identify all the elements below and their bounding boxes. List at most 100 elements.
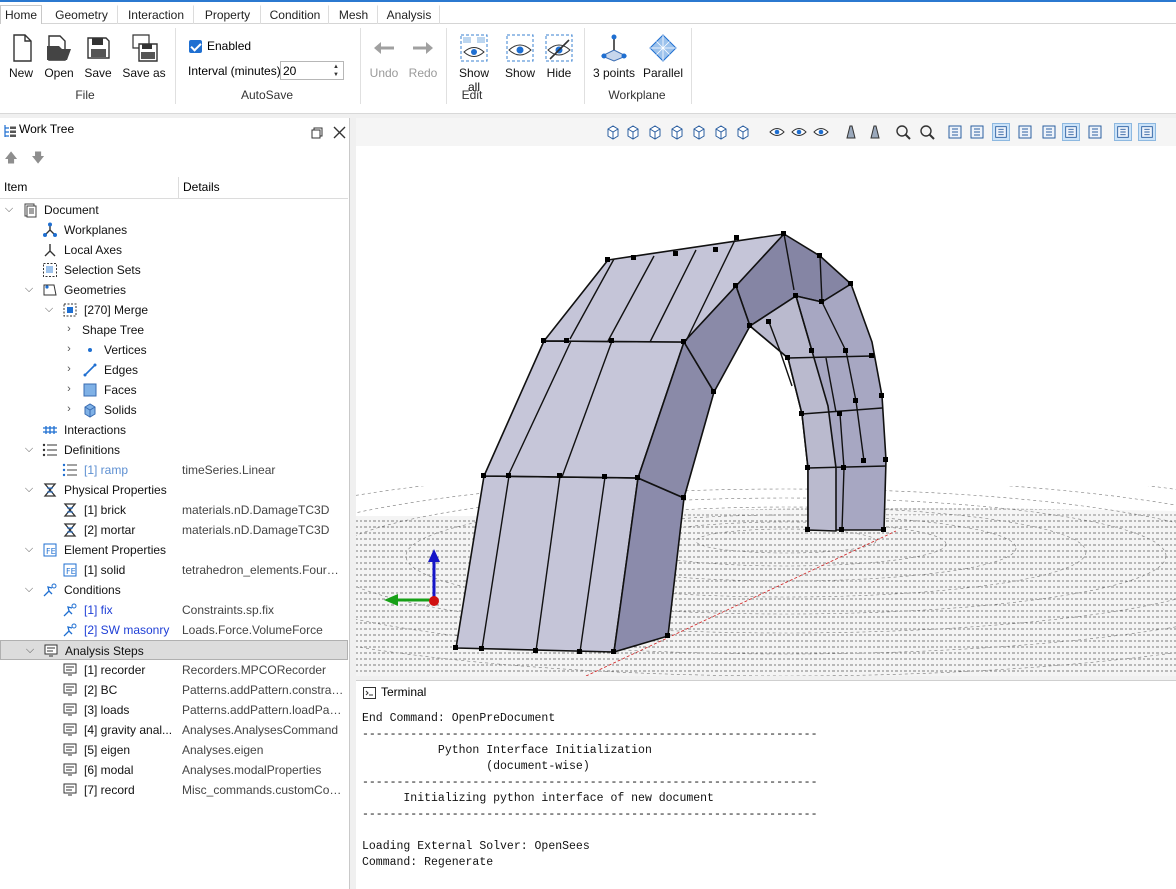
tree-row[interactable]: ⌵ Physical Properties (0, 480, 348, 500)
move-down-icon[interactable]: 🡇 (29, 149, 47, 167)
tree-row[interactable]: › Edges (0, 360, 348, 380)
open-button[interactable]: Open (42, 32, 76, 80)
chevron-right-icon[interactable]: › (64, 363, 74, 375)
bottom-view-icon[interactable] (734, 123, 752, 141)
top-view-icon[interactable] (712, 123, 730, 141)
tree-row-label: [1] recorder (84, 663, 146, 677)
show-view-icon[interactable] (790, 123, 808, 141)
view-options-icon[interactable] (1114, 123, 1132, 141)
tree-row[interactable]: Interactions (0, 420, 348, 440)
back-view-icon[interactable] (646, 123, 664, 141)
tree-row[interactable]: › Faces (0, 380, 348, 400)
3d-scene[interactable] (356, 146, 1176, 676)
tree-row[interactable]: ⌵ Geometries (0, 280, 348, 300)
axes-toggle-icon[interactable] (1040, 123, 1058, 141)
tree-row[interactable]: ⌵ Definitions (0, 440, 348, 460)
tree-row[interactable]: ⌵ Conditions (0, 580, 348, 600)
new-button[interactable]: New (6, 32, 36, 80)
chevron-down-icon[interactable]: ⌵ (25, 644, 35, 656)
chevron-down-icon[interactable]: ⌵ (24, 543, 34, 555)
parallel-button[interactable]: Parallel (642, 32, 684, 80)
tree-row[interactable]: [1] ramp timeSeries.Linear (0, 460, 348, 480)
tree-row[interactable]: [6] modal Analyses.modalProperties (0, 760, 348, 780)
tree-row[interactable]: › Vertices (0, 340, 348, 360)
move-up-icon[interactable]: 🡅 (2, 149, 20, 167)
close-panel-icon[interactable] (333, 126, 346, 139)
autosave-interval-input[interactable] (283, 63, 327, 78)
mesh-display-icon[interactable] (992, 123, 1010, 141)
tree-row[interactable]: [1] brick materials.nD.DamageTC3D (0, 500, 348, 520)
chevron-down-icon[interactable]: ⌵ (44, 303, 54, 315)
hide-button[interactable]: Hide (542, 32, 576, 80)
show-all-view-icon[interactable] (768, 123, 786, 141)
tab-property[interactable]: Property (194, 5, 261, 26)
undo-button[interactable]: Undo (367, 32, 401, 80)
screenshot-icon[interactable] (946, 123, 964, 141)
color-picker-icon[interactable] (968, 123, 986, 141)
3d-viewport[interactable] (356, 118, 1176, 676)
tree-row[interactable]: Local Axes (0, 240, 348, 260)
clip-plane-icon[interactable] (842, 123, 860, 141)
chevron-right-icon[interactable]: › (64, 323, 74, 335)
tree-row[interactable]: [7] record Misc_commands.customCommand (0, 780, 348, 800)
zoom-icon[interactable] (918, 123, 936, 141)
restore-panel-icon[interactable] (311, 127, 323, 139)
tab-geometry[interactable]: Geometry (45, 5, 118, 26)
chevron-right-icon[interactable]: › (64, 383, 74, 395)
tab-condition[interactable]: Condition (261, 5, 329, 26)
chevron-right-icon[interactable]: › (64, 403, 74, 415)
tree-row[interactable]: Workplanes (0, 220, 348, 240)
tree-row[interactable]: [2] mortar materials.nD.DamageTC3D (0, 520, 348, 540)
save-button[interactable]: Save (82, 32, 114, 80)
tree-row[interactable]: › Shape Tree (0, 320, 348, 340)
tab-analysis[interactable]: Analysis (378, 5, 440, 26)
chevron-right-icon[interactable]: › (64, 343, 74, 355)
tree-row[interactable]: ⌵ Analysis Steps (0, 640, 348, 660)
three-points-button[interactable]: 3 points (592, 32, 636, 80)
iso-view-icon[interactable] (604, 123, 622, 141)
tab-home[interactable]: Home (0, 5, 42, 26)
chevron-down-icon[interactable]: ⌵ (24, 443, 34, 455)
tree-row[interactable]: [5] eigen Analyses.eigen (0, 740, 348, 760)
chevron-down-icon[interactable]: ⌵ (24, 483, 34, 495)
section-icon[interactable] (866, 123, 884, 141)
camera-icon[interactable] (1138, 123, 1156, 141)
tree-row[interactable]: FE [1] solid tetrahedron_elements.FourNode… (0, 560, 348, 580)
spin-up-icon[interactable]: ▲ (330, 63, 342, 71)
chevron-down-icon[interactable]: ⌵ (24, 583, 34, 595)
tree-row[interactable]: [1] fix Constraints.sp.fix (0, 600, 348, 620)
right-view-icon[interactable] (690, 123, 708, 141)
tree-row[interactable]: [4] gravity anal... Analyses.AnalysesComm… (0, 720, 348, 740)
left-view-icon[interactable] (668, 123, 686, 141)
column-item-header[interactable]: Item (4, 180, 27, 194)
hide-view-icon[interactable] (812, 123, 830, 141)
autosave-enabled-checkbox[interactable] (189, 40, 202, 53)
tree-row[interactable]: [3] loads Patterns.addPattern.loadPattern (0, 700, 348, 720)
tree-row[interactable]: › Solids (0, 400, 348, 420)
tree-row[interactable]: ⌵ [270] Merge (0, 300, 348, 320)
column-details-header[interactable]: Details (183, 180, 220, 194)
condition-icon (63, 603, 77, 617)
spin-down-icon[interactable]: ▼ (330, 71, 342, 79)
tree-row[interactable]: Selection Sets (0, 260, 348, 280)
redo-button[interactable]: Redo (406, 32, 440, 80)
tab-mesh[interactable]: Mesh (329, 5, 378, 26)
tree-row[interactable]: ⌵ FE Element Properties (0, 540, 348, 560)
edit-select-icon[interactable] (1086, 123, 1104, 141)
show-button[interactable]: Show (503, 32, 537, 80)
tree-row[interactable]: [2] SW masonry Loads.Force.VolumeForce (0, 620, 348, 640)
chevron-down-icon[interactable]: ⌵ (4, 203, 14, 215)
save-as-button[interactable]: Save as (121, 32, 167, 80)
terminal-output[interactable]: End Command: OpenPreDocument ------------… (362, 711, 1172, 871)
tree-row[interactable]: ⌵ Document (0, 200, 348, 220)
tree-row[interactable]: [2] BC Patterns.addPattern.constraintPatt… (0, 680, 348, 700)
chevron-down-icon[interactable]: ⌵ (24, 283, 34, 295)
wire-select-icon[interactable] (1062, 123, 1080, 141)
column-divider[interactable] (178, 177, 179, 199)
front-view-icon[interactable] (624, 123, 642, 141)
tree-row[interactable]: [1] recorder Recorders.MPCORecorder (0, 660, 348, 680)
show-all-button[interactable]: Show all (452, 32, 496, 94)
tab-interaction[interactable]: Interaction (118, 5, 194, 26)
zoom-fit-icon[interactable] (894, 123, 912, 141)
grid-icon[interactable] (1016, 123, 1034, 141)
